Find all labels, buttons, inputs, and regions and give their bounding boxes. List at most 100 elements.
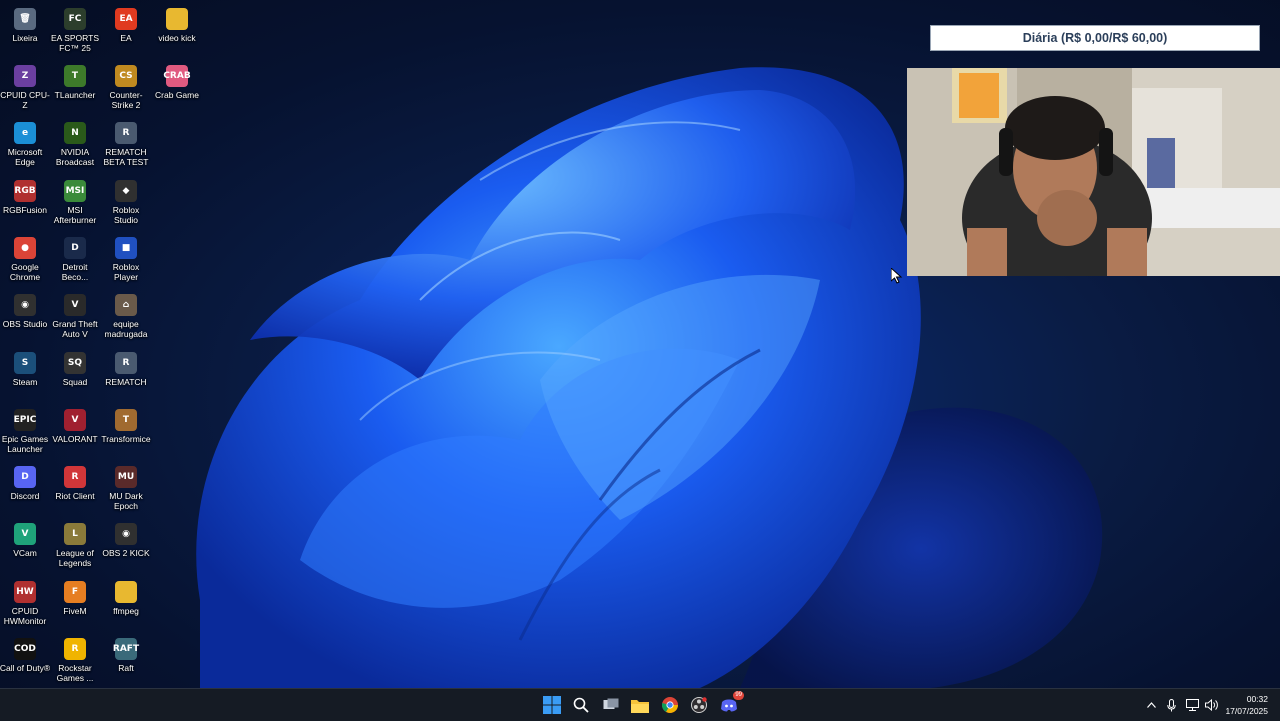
app-icon: ⌂	[115, 294, 137, 316]
desktop-icon[interactable]: e Microsoft Edge	[0, 118, 50, 172]
app-icon: COD	[14, 638, 36, 660]
file-explorer-button[interactable]	[628, 693, 652, 717]
desktop-icon-label: Detroit Beco...	[61, 262, 89, 282]
desktop-icon[interactable]: ◉ OBS Studio	[0, 290, 50, 344]
desktop-icon-label: Call of Duty®	[0, 663, 51, 673]
app-icon: D	[64, 237, 86, 259]
desktop-icon[interactable]: ⌂ equipe madrugada	[101, 290, 151, 344]
app-icon: MSI	[64, 180, 86, 202]
app-icon: MU	[115, 466, 137, 488]
desktop-icon[interactable]: 🗑 Lixeira	[0, 4, 50, 58]
desktop-icon[interactable]: V Grand Theft Auto V	[50, 290, 100, 344]
app-icon: HW	[14, 581, 36, 603]
desktop-icon[interactable]: SQ Squad	[50, 348, 100, 402]
desktop-icon[interactable]: F FiveM	[50, 577, 100, 631]
network-icon	[1185, 699, 1199, 711]
desktop-icon[interactable]: T TLauncher	[50, 61, 100, 115]
desktop-icon-label: Epic Games Launcher	[1, 434, 49, 454]
desktop-icon[interactable]: EPIC Epic Games Launcher	[0, 405, 50, 459]
app-icon: V	[64, 409, 86, 431]
desktop-icon-label: Steam	[12, 377, 38, 387]
desktop-icon-label: NVIDIA Broadcast	[55, 147, 95, 167]
desktop-icon[interactable]: R REMATCH	[101, 348, 151, 402]
stream-goal-text: Diária (R$ 0,00/R$ 60,00)	[1022, 31, 1168, 45]
app-icon: N	[64, 122, 86, 144]
desktop-icon[interactable]: N NVIDIA Broadcast	[50, 118, 100, 172]
desktop-icon[interactable]: V VCam	[0, 519, 50, 573]
desktop-icon[interactable]: ■ Roblox Player	[101, 233, 151, 287]
desktop-icon-label: OBS 2 KICK	[102, 548, 150, 558]
desktop-icon[interactable]: CS Counter-Strike 2	[101, 61, 151, 115]
microphone-button[interactable]	[1160, 698, 1182, 712]
app-icon: R	[115, 122, 137, 144]
microphone-icon	[1166, 698, 1176, 711]
app-icon: ◉	[115, 523, 137, 545]
desktop-icon[interactable]: RAFT Raft	[101, 634, 151, 688]
desktop-icon[interactable]: MU MU Dark Epoch	[101, 462, 151, 516]
desktop-icon[interactable]: COD Call of Duty®	[0, 634, 50, 688]
desktop-icon[interactable]: S Steam	[0, 348, 50, 402]
desktop-icon-label: MU Dark Epoch	[109, 491, 143, 511]
app-icon: T	[115, 409, 137, 431]
desktop-icon-label: EA	[120, 33, 132, 43]
network-button[interactable]	[1182, 699, 1202, 711]
app-icon: ■	[115, 237, 137, 259]
obs-taskbar-button[interactable]	[687, 693, 711, 717]
app-icon	[166, 8, 188, 30]
taskbar-clock[interactable]: 00:32 17/07/2025	[1225, 693, 1268, 717]
app-icon: e	[14, 122, 36, 144]
clock-time: 00:32	[1246, 694, 1268, 704]
desktop-icon-label: REMATCH	[105, 377, 147, 387]
clock-date: 17/07/2025	[1225, 706, 1268, 716]
chrome-taskbar-button[interactable]	[658, 693, 682, 717]
desktop-icon-label: TLauncher	[54, 90, 96, 100]
app-icon: V	[14, 523, 36, 545]
app-icon: Z	[14, 65, 36, 87]
show-hidden-icons-button[interactable]	[1142, 702, 1160, 708]
desktop-icon[interactable]: R Riot Client	[50, 462, 100, 516]
desktop-icon[interactable]: V VALORANT	[50, 405, 100, 459]
desktop-icon-label: Google Chrome	[9, 262, 41, 282]
app-icon: FC	[64, 8, 86, 30]
desktop-icon[interactable]: Z CPUID CPU-Z	[0, 61, 50, 115]
app-icon: T	[64, 65, 86, 87]
app-icon: ◆	[115, 180, 137, 202]
app-icon: RAFT	[113, 638, 139, 660]
desktop-icon[interactable]: ◆ Roblox Studio	[101, 176, 151, 230]
desktop-icon[interactable]: EA EA	[101, 4, 151, 58]
app-icon: S	[14, 352, 36, 374]
desktop-icon[interactable]: RGB RGBFusion	[0, 176, 50, 230]
desktop-icon[interactable]: ffmpeg	[101, 577, 151, 631]
start-button[interactable]	[540, 693, 564, 717]
desktop-icon-label: ffmpeg	[113, 606, 139, 616]
desktop-icon[interactable]: T Transformice	[101, 405, 151, 459]
app-icon: L	[64, 523, 86, 545]
desktop-icon[interactable]: MSI MSI Afterburner	[50, 176, 100, 230]
desktop-icon[interactable]: D Discord	[0, 462, 50, 516]
discord-taskbar-button[interactable]: 99	[717, 691, 744, 717]
desktop-icon[interactable]: ◉ OBS 2 KICK	[101, 519, 151, 573]
task-view-button[interactable]	[599, 693, 623, 717]
desktop-icon-label: Discord	[10, 491, 40, 501]
stream-goal-bar: Diária (R$ 0,00/R$ 60,00)	[930, 25, 1260, 51]
app-icon	[115, 581, 137, 603]
desktop-icon[interactable]: D Detroit Beco...	[50, 233, 100, 287]
desktop-icon-label: Squad	[62, 377, 88, 387]
desktop-icon-label: video kick	[158, 33, 196, 43]
desktop-icon[interactable]: ● Google Chrome	[0, 233, 50, 287]
app-icon: EPIC	[14, 409, 36, 431]
desktop-icon[interactable]: video kick	[152, 4, 202, 58]
desktop-icon[interactable]: CRAB Crab Game	[152, 61, 202, 115]
search-button[interactable]	[569, 693, 593, 717]
desktop-icon[interactable]: R Rockstar Games ...	[50, 634, 100, 688]
desktop-icon[interactable]: HW CPUID HWMonitor	[0, 577, 50, 631]
desktop-icon[interactable]: FC EA SPORTS FC™ 25	[50, 4, 100, 58]
desktop-icon[interactable]: L League of Legends	[50, 519, 100, 573]
app-icon: 🗑	[14, 8, 36, 30]
desktop: 🗑 Lixeira Z CPUID CPU-Z e Microsoft Edge RGB RG…	[0, 0, 1280, 688]
volume-button[interactable]	[1202, 699, 1222, 711]
discord-notification-badge: 99	[733, 691, 744, 700]
desktop-icon[interactable]: R REMATCH BETA TEST	[101, 118, 151, 172]
folder-icon	[631, 699, 649, 713]
desktop-icon-label: EA SPORTS FC™ 25	[50, 33, 100, 53]
